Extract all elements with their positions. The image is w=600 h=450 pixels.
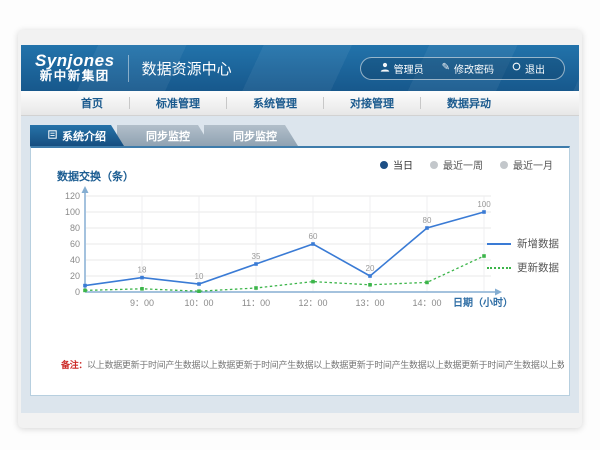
nav-item-connect-mgmt[interactable]: 对接管理: [324, 95, 420, 111]
user-toolbar: 管理员 ✎ 修改密码 退出: [360, 57, 565, 80]
svg-text:120: 120: [65, 191, 80, 201]
svg-text:60: 60: [70, 239, 80, 249]
change-password-button[interactable]: ✎ 修改密码: [433, 61, 503, 76]
document-icon: [48, 130, 57, 142]
radio-label: 当日: [393, 157, 413, 172]
nav-item-home[interactable]: 首页: [55, 95, 129, 111]
radio-dot: [430, 161, 438, 169]
svg-text:9：00: 9：00: [130, 298, 154, 308]
legend-item-updated-data[interactable]: 更新数据: [487, 260, 559, 275]
logout-label: 退出: [525, 61, 545, 76]
svg-text:18: 18: [138, 266, 147, 275]
svg-text:35: 35: [252, 252, 261, 261]
svg-text:14：00: 14：00: [412, 298, 441, 308]
radio-label: 最近一周: [443, 157, 483, 172]
legend-label: 新增数据: [517, 236, 559, 251]
svg-text:12：00: 12：00: [298, 298, 327, 308]
app-window: Synjones 新中新集团 数据资源中心 管理员 ✎ 修改密码: [18, 30, 582, 428]
edit-icon: ✎: [442, 63, 450, 73]
legend-swatch-solid-line: [487, 243, 511, 245]
nav-item-system-mgmt[interactable]: 系统管理: [227, 95, 323, 111]
tab-sync-monitor-2[interactable]: 同步监控: [204, 125, 298, 146]
legend-label: 更新数据: [517, 260, 559, 275]
svg-text:10: 10: [195, 272, 204, 281]
svg-text:0: 0: [75, 287, 80, 297]
tab-label: 系统介绍: [62, 128, 106, 144]
tab-label: 同步监控: [146, 128, 190, 144]
tab-bar: 系统介绍 同步监控 同步监控: [30, 125, 570, 146]
logo-chinese: 新中新集团: [35, 70, 115, 84]
svg-text:日期（小时）: 日期（小时）: [453, 296, 513, 309]
radio-today[interactable]: 当日: [380, 157, 413, 172]
user-icon: [380, 62, 390, 75]
app-header: Synjones 新中新集团 数据资源中心 管理员 ✎ 修改密码: [21, 45, 579, 91]
legend-swatch-dotted-line: [487, 267, 511, 269]
svg-text:60: 60: [309, 232, 318, 241]
nav-item-data-change[interactable]: 数据异动: [421, 95, 517, 111]
svg-text:80: 80: [70, 223, 80, 233]
content-area: 系统介绍 同步监控 同步监控 当日 最近一周: [21, 116, 579, 413]
page-title: 数据资源中心: [142, 58, 232, 79]
note-text: 以上数据更新于时间产生数据以上数据更新于时间产生数据以上数据更新于时间产生数据以…: [87, 360, 564, 370]
tab-system-intro[interactable]: 系统介绍: [30, 125, 124, 146]
svg-text:80: 80: [423, 216, 432, 225]
svg-text:11：00: 11：00: [242, 298, 270, 308]
user-name-label: 管理员: [394, 61, 424, 76]
legend-item-new-data[interactable]: 新增数据: [487, 236, 559, 251]
radio-last-week[interactable]: 最近一周: [430, 157, 483, 172]
svg-text:100: 100: [65, 207, 80, 217]
radio-dot: [500, 161, 508, 169]
svg-text:20: 20: [70, 271, 80, 281]
logout-button[interactable]: 退出: [503, 61, 554, 76]
radio-last-month[interactable]: 最近一月: [500, 157, 553, 172]
svg-text:10：00: 10：00: [184, 298, 213, 308]
time-range-filter: 当日 最近一周 最近一月: [380, 157, 553, 172]
y-axis-title: 数据交换（条）: [57, 168, 134, 184]
header-divider: [128, 55, 129, 82]
main-nav: 首页 标准管理 系统管理 对接管理 数据异动: [21, 91, 579, 116]
chart-panel: 当日 最近一周 最近一月 数据交换（条） 0 20 40 60 80 100 120 9：00…: [30, 146, 570, 396]
radio-label: 最近一月: [513, 157, 553, 172]
svg-text:100: 100: [477, 200, 491, 209]
exchange-line-chart: 0 20 40 60 80 100 120 9：00 10：00 11：00 12：00 13：00 1…: [45, 186, 515, 316]
radio-dot: [380, 161, 388, 169]
footer-note: 备注：以上数据更新于时间产生数据以上数据更新于时间产生数据以上数据更新于时间产生…: [61, 358, 564, 371]
svg-text:20: 20: [366, 264, 375, 273]
svg-text:40: 40: [70, 255, 80, 265]
logo-latin: Synjones: [35, 52, 115, 70]
company-logo: Synjones 新中新集团: [35, 52, 115, 84]
current-user-button[interactable]: 管理员: [371, 61, 433, 76]
note-prefix: 备注：: [61, 360, 87, 370]
chart-legend: 新增数据 更新数据: [487, 236, 559, 275]
nav-item-standard-mgmt[interactable]: 标准管理: [130, 95, 226, 111]
change-password-label: 修改密码: [454, 61, 494, 76]
tab-sync-monitor-1[interactable]: 同步监控: [117, 125, 211, 146]
svg-text:13：00: 13：00: [355, 298, 384, 308]
tab-label: 同步监控: [233, 128, 277, 144]
power-circle-icon: [512, 62, 521, 74]
